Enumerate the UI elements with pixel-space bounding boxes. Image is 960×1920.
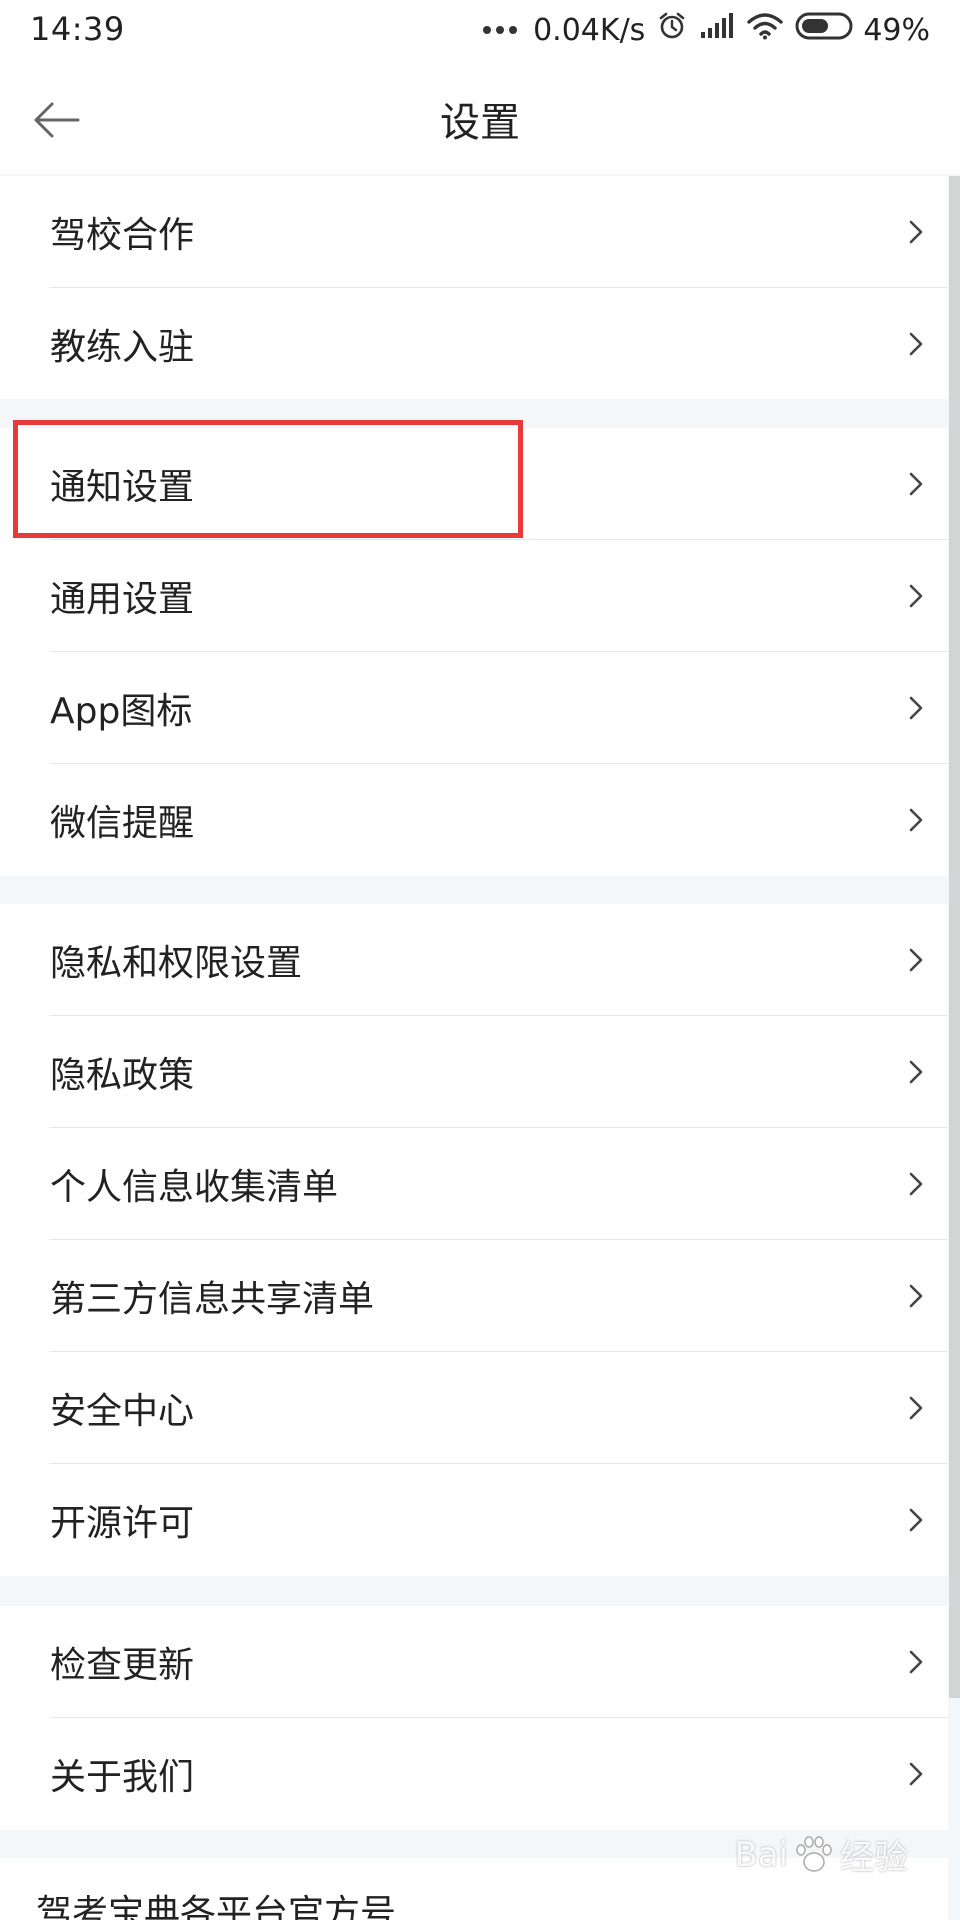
chevron-right-icon: [909, 1172, 923, 1196]
menu-item-label: 关于我们: [50, 1757, 195, 1798]
menu-item-label: 个人信息收集清单: [50, 1167, 339, 1208]
menu-item-check-update[interactable]: 检查更新: [0, 1606, 948, 1718]
menu-item-label: 第三方信息共享清单: [50, 1279, 375, 1320]
menu-item-label: 隐私政策: [50, 1055, 195, 1096]
chevron-right-icon: [909, 472, 923, 496]
status-bar: 14:39 0.04K/s 49%: [0, 0, 960, 62]
top-app-bar: 设置: [0, 62, 960, 174]
network-speed: 0.04K/s: [533, 12, 646, 48]
battery-icon: [795, 12, 855, 48]
menu-item-personal-info-list[interactable]: 个人信息收集清单: [0, 1128, 948, 1240]
chevron-right-icon: [909, 948, 923, 972]
chevron-right-icon: [909, 332, 923, 355]
settings-page: 14:39 0.04K/s 49% 设置 驾校合作 教练入驻 通知设置 通用设置…: [0, 0, 960, 1920]
menu-item-label: 开源许可: [50, 1503, 195, 1544]
menu-item-notification-settings[interactable]: 通知设置: [0, 428, 948, 540]
menu-item-label: 通用设置: [50, 579, 195, 620]
status-indicators: 0.04K/s 49%: [483, 8, 930, 52]
menu-item-label: 安全中心: [50, 1391, 195, 1432]
signal-icon: [699, 12, 735, 48]
menu-item-driving-school-cooperation[interactable]: 驾校合作: [0, 176, 948, 288]
chevron-right-icon: [909, 220, 923, 244]
menu-item-open-source-license[interactable]: 开源许可: [0, 1464, 948, 1576]
menu-item-label: App图标: [50, 691, 193, 732]
menu-item-label: 微信提醒: [50, 803, 195, 844]
menu-item-app-icon[interactable]: App图标: [0, 652, 948, 764]
alarm-icon: [657, 11, 687, 49]
chevron-right-icon: [909, 584, 923, 608]
chevron-right-icon: [909, 1508, 923, 1532]
menu-item-label: 驾校合作: [50, 215, 195, 256]
status-time: 14:39: [30, 10, 125, 48]
battery-status: 49%: [795, 12, 930, 48]
more-dots-icon: [483, 26, 518, 34]
chevron-right-icon: [909, 1650, 923, 1674]
menu-item-label: 教练入驻: [50, 326, 195, 368]
official-accounts-label: 驾考宝典各平台官方号: [36, 1893, 397, 1920]
menu-item-coach-registration[interactable]: 教练入驻: [0, 288, 948, 399]
menu-item-wechat-reminder[interactable]: 微信提醒: [0, 764, 948, 876]
wifi-icon: [747, 12, 784, 48]
menu-item-privacy-permission-settings[interactable]: 隐私和权限设置: [0, 904, 948, 1016]
battery-level: 49%: [863, 12, 930, 48]
menu-item-security-center[interactable]: 安全中心: [0, 1352, 948, 1464]
menu-item-privacy-policy[interactable]: 隐私政策: [0, 1016, 948, 1128]
menu-item-label: 检查更新: [50, 1645, 195, 1686]
chevron-right-icon: [909, 1396, 923, 1420]
page-title: 设置: [440, 100, 520, 146]
chevron-right-icon: [909, 1284, 923, 1308]
chevron-right-icon: [909, 808, 923, 832]
chevron-right-icon: [909, 696, 923, 720]
menu-item-general-settings[interactable]: 通用设置: [0, 540, 948, 652]
menu-item-third-party-sharing-list[interactable]: 第三方信息共享清单: [0, 1240, 948, 1352]
menu-item-label: 通知设置: [50, 467, 195, 508]
menu-item-about-us[interactable]: 关于我们: [0, 1718, 948, 1830]
chevron-right-icon: [909, 1762, 923, 1786]
chevron-right-icon: [909, 1060, 923, 1084]
menu-item-label: 隐私和权限设置: [50, 943, 303, 984]
scrollbar[interactable]: [949, 176, 960, 1698]
